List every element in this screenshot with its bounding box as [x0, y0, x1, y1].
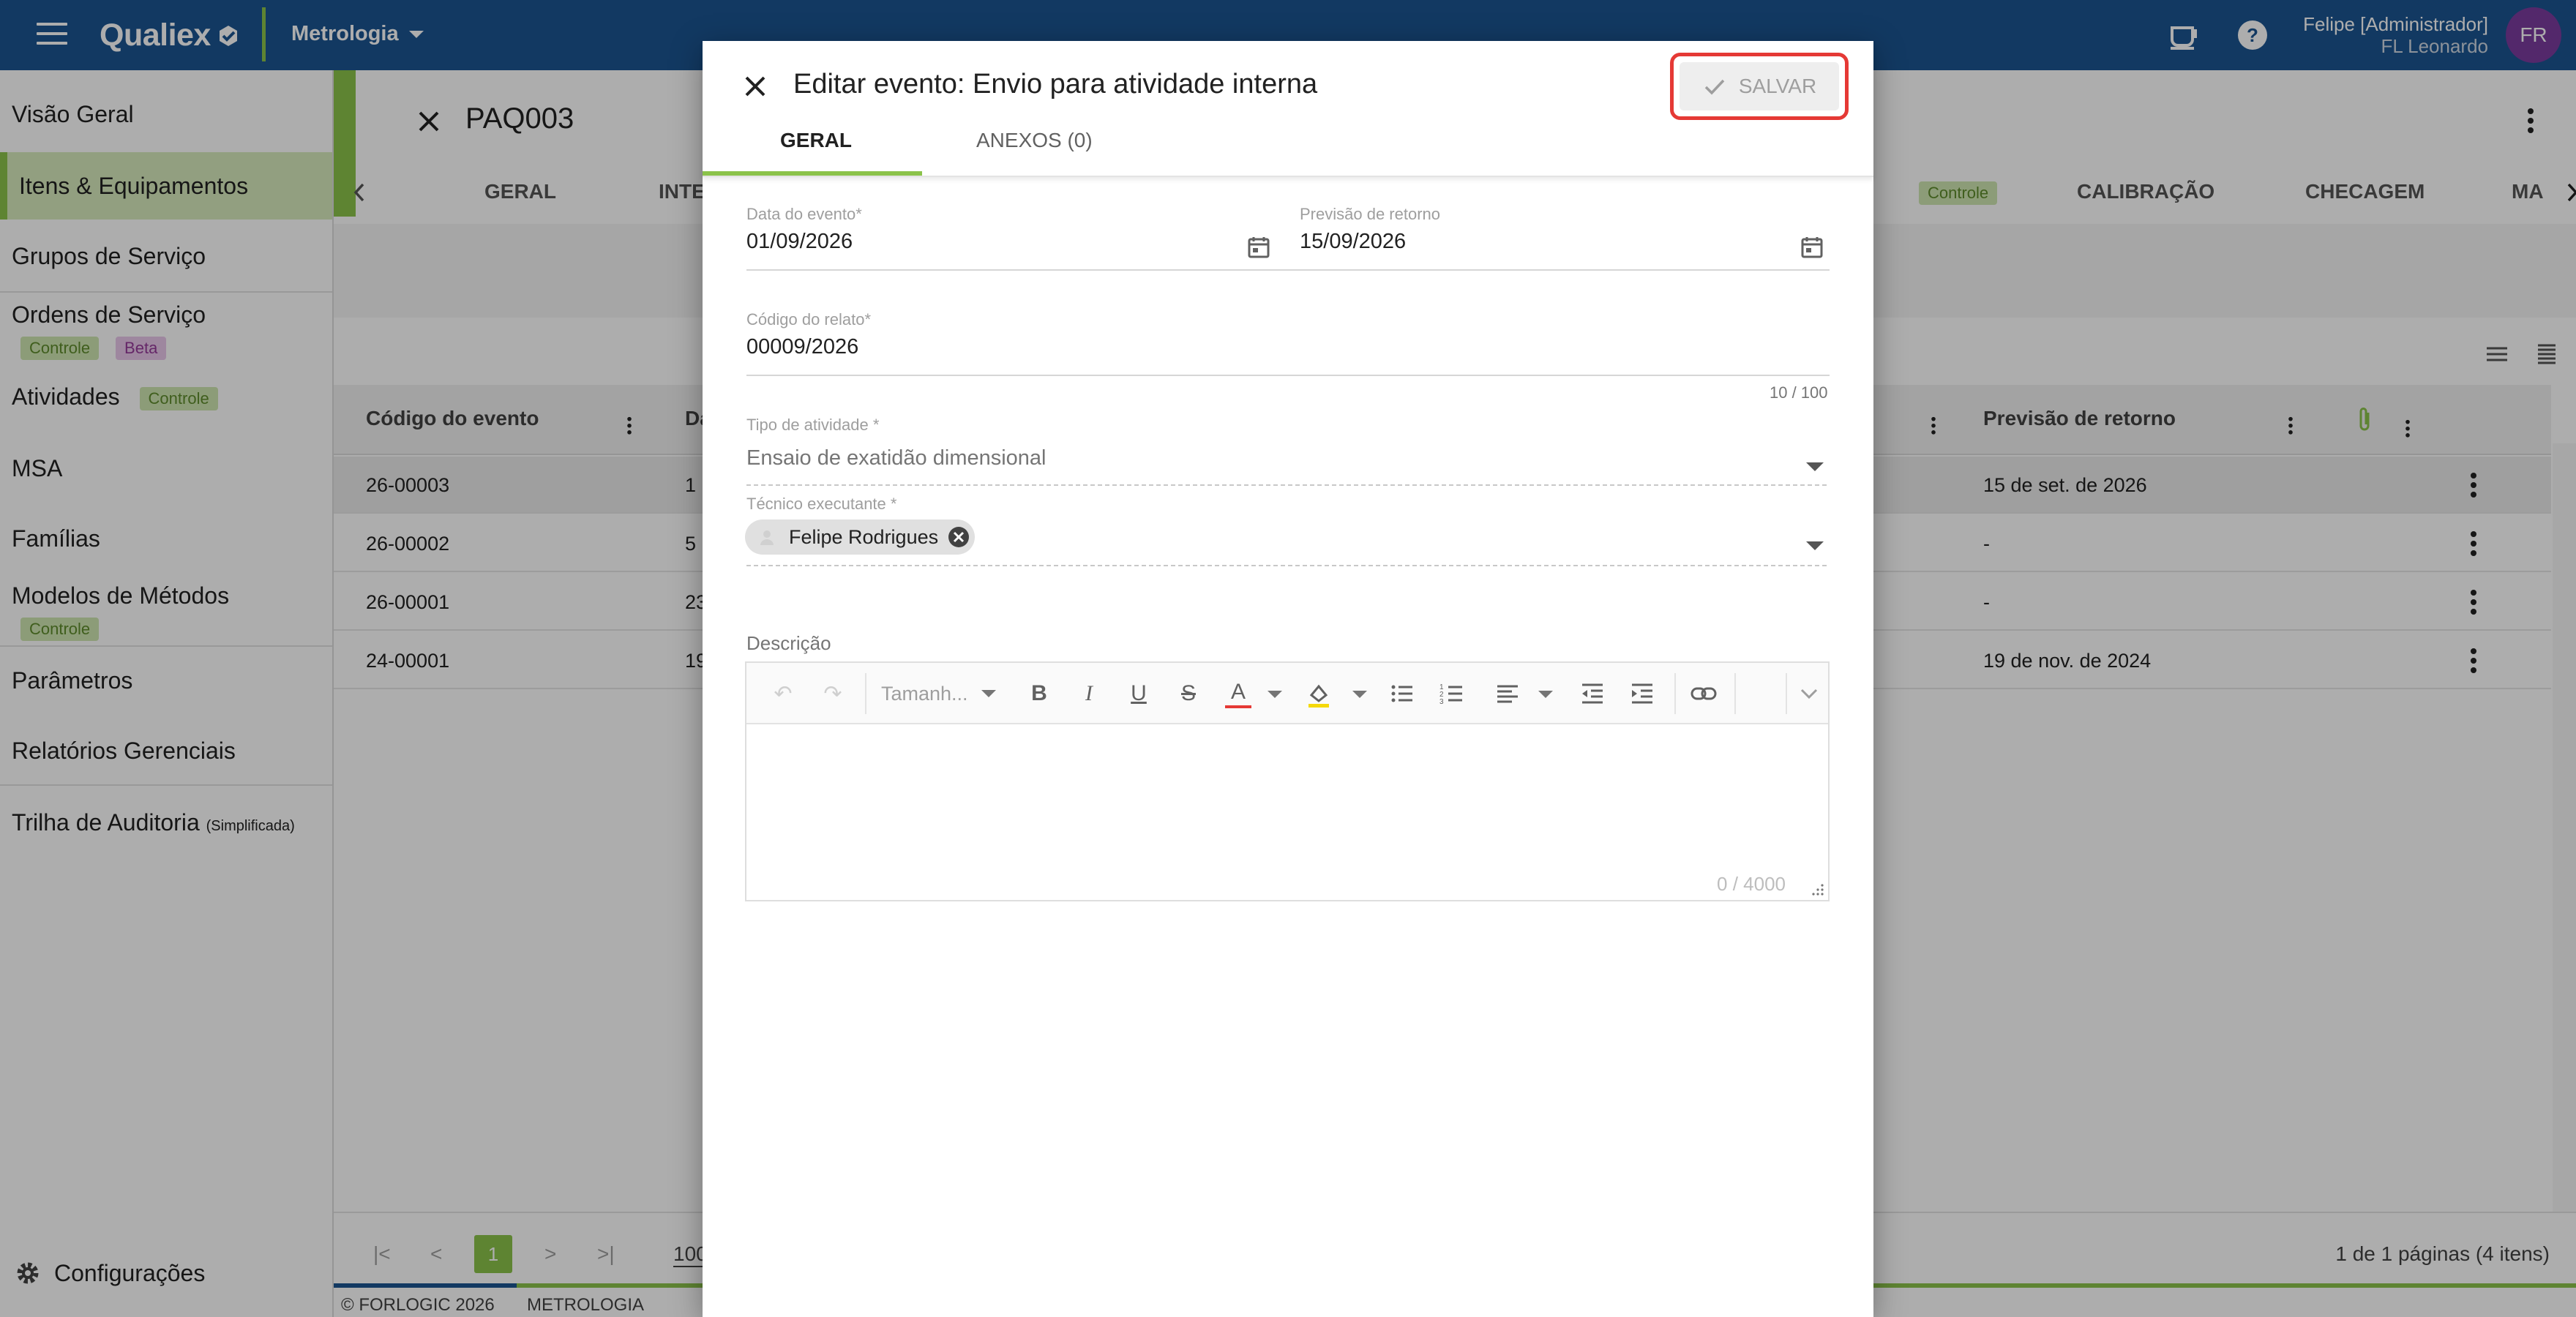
chevron-down-icon: [981, 690, 996, 697]
dialog-title: Editar evento: Envio para atividade inte…: [793, 69, 1318, 100]
italic-icon[interactable]: I: [1076, 679, 1102, 708]
chevron-down-icon[interactable]: [1806, 462, 1824, 471]
return-date-underline: [1300, 269, 1830, 271]
calendar-icon[interactable]: [1246, 234, 1272, 260]
person-icon: [760, 530, 774, 545]
toolbar-divider: [1734, 673, 1736, 714]
report-code-counter: 10 / 100: [1770, 383, 1828, 402]
strikethrough-icon[interactable]: S: [1175, 679, 1202, 708]
description-editor[interactable]: ↶ ↷ Tamanh... B I U S A 123 0 / 4000: [745, 661, 1830, 901]
technician-label: Técnico executante *: [746, 495, 897, 513]
check-icon: [1704, 79, 1725, 95]
bold-icon[interactable]: B: [1026, 679, 1052, 708]
return-date-label: Previsão de retorno: [1300, 205, 1440, 223]
return-date-field[interactable]: 15/09/2026: [1300, 230, 1406, 254]
resize-handle-icon[interactable]: [1809, 881, 1825, 897]
outdent-icon[interactable]: [1578, 679, 1607, 708]
tab-geral[interactable]: GERAL: [780, 129, 852, 152]
undo-icon[interactable]: ↶: [768, 679, 798, 708]
editor-toolbar: ↶ ↷ Tamanh... B I U S A 123: [746, 663, 1828, 724]
svg-text:3: 3: [1439, 698, 1444, 706]
toolbar-divider: [1674, 673, 1676, 714]
activity-type-label: Tipo de atividade *: [746, 416, 880, 434]
font-size-select[interactable]: Tamanh...: [881, 679, 1010, 708]
technician-underline: [746, 565, 1827, 566]
save-button[interactable]: SALVAR: [1680, 62, 1839, 110]
highlight-color-icon[interactable]: [1304, 679, 1333, 708]
chevron-down-icon[interactable]: [1806, 541, 1824, 550]
technician-chip-label: Felipe Rodrigues: [789, 525, 939, 548]
close-icon[interactable]: [742, 73, 768, 100]
toolbar-divider: [865, 673, 866, 714]
font-size-value: Tamanh...: [881, 682, 968, 705]
save-label: SALVAR: [1738, 75, 1817, 97]
technician-chip[interactable]: Felipe Rodrigues: [745, 519, 976, 555]
description-counter: 0 / 4000: [1717, 873, 1786, 895]
bullet-list-icon[interactable]: [1388, 679, 1417, 708]
activity-type-select[interactable]: Ensaio de exatidão dimensional: [746, 446, 1046, 470]
save-highlight: SALVAR: [1670, 53, 1849, 120]
align-left-icon[interactable]: [1493, 679, 1522, 708]
toolbar-divider: [1786, 673, 1787, 714]
indent-icon[interactable]: [1628, 679, 1657, 708]
underline-icon[interactable]: U: [1126, 679, 1152, 708]
dialog-header: Editar evento: Envio para atividade inte…: [703, 41, 1873, 177]
description-label: Descrição: [746, 632, 831, 654]
numbered-list-icon[interactable]: 123: [1437, 679, 1467, 708]
redo-icon[interactable]: ↷: [818, 679, 847, 708]
font-color-icon[interactable]: A: [1225, 679, 1251, 708]
tab-anexos[interactable]: ANEXOS (0): [976, 129, 1093, 152]
report-code-label: Código do relato*: [746, 310, 872, 329]
remove-chip-icon[interactable]: [947, 525, 970, 549]
event-date-field[interactable]: 01/09/2026: [746, 230, 853, 254]
report-code-field[interactable]: 00009/2026: [746, 335, 858, 359]
link-icon[interactable]: [1689, 679, 1718, 708]
chevron-down-icon[interactable]: [1538, 691, 1553, 698]
chevron-down-icon[interactable]: [1797, 679, 1821, 708]
active-tab-indicator: [703, 171, 922, 176]
report-code-underline: [746, 375, 1830, 376]
activity-type-underline: [746, 484, 1827, 486]
calendar-icon[interactable]: [1799, 234, 1825, 260]
edit-event-dialog: Editar evento: Envio para atividade inte…: [703, 41, 1873, 1317]
event-date-underline: [746, 269, 1320, 271]
chevron-down-icon[interactable]: [1268, 691, 1282, 698]
chevron-down-icon[interactable]: [1352, 691, 1367, 698]
event-date-label: Data do evento*: [746, 205, 862, 223]
